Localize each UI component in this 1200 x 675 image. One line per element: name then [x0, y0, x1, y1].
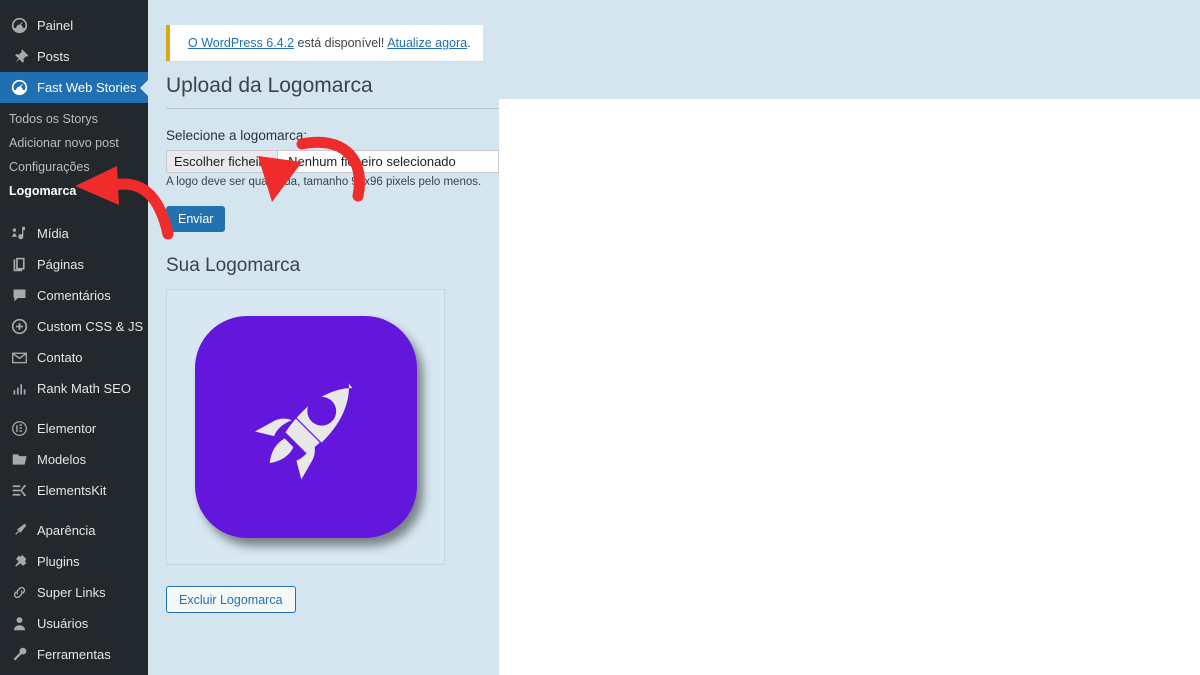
tools-icon: [9, 645, 29, 665]
file-field-label: Selecione a logomarca:: [166, 128, 308, 144]
sidebar-separator: [0, 506, 148, 515]
rocket-logo: [194, 316, 417, 539]
submit-button[interactable]: Enviar: [166, 206, 226, 233]
sidebar-label: Ferramentas: [37, 647, 111, 662]
sidebar-item-ferramentas[interactable]: Ferramentas: [0, 639, 148, 670]
sidebar-item-elementskit[interactable]: ElementsKit: [0, 475, 148, 506]
media-icon: [9, 224, 29, 244]
elementskit-icon: [9, 481, 29, 501]
chart-icon: [9, 379, 29, 399]
section-title-your-logo: Sua Logomarca: [166, 255, 301, 277]
sidebar-submenu: Todos os Storys Adicionar novo post Conf…: [0, 103, 148, 209]
dashboard-icon: [9, 78, 29, 98]
update-now-link[interactable]: Atualize agora: [387, 36, 467, 50]
plus-circle-icon: [9, 317, 29, 337]
elementor-icon: [9, 419, 29, 439]
sidebar-label: Comentários: [37, 288, 111, 303]
sidebar-label: Fast Web Stories: [37, 80, 137, 95]
sidebar-item-plugins[interactable]: Plugins: [0, 546, 148, 577]
sidebar-separator: [0, 404, 148, 413]
sidebar-item-painel[interactable]: Painel: [0, 10, 148, 41]
submenu-item-todos-os-storys[interactable]: Todos os Storys: [0, 107, 148, 131]
sidebar-label: Super Links: [37, 585, 106, 600]
sidebar-label: Contato: [37, 350, 83, 365]
sidebar-label: Rank Math SEO: [37, 381, 131, 396]
sidebar-item-fast-web-stories[interactable]: Fast Web Stories: [0, 72, 148, 103]
sidebar-label: Aparência: [37, 523, 96, 538]
dashboard-icon: [9, 16, 29, 36]
sidebar-label: Modelos: [37, 452, 87, 467]
notice-middle-text: está disponível!: [294, 36, 388, 50]
folder-icon: [9, 450, 29, 470]
notice-end-text: .: [467, 36, 471, 50]
submenu-item-logomarca[interactable]: Logomarca: [0, 179, 148, 203]
sidebar-label: Usuários: [37, 616, 89, 631]
choose-file-button[interactable]: Escolher ficheiro: [166, 150, 279, 174]
sidebar-label: Plugins: [37, 554, 80, 569]
page-title: Upload da Logomarca: [166, 74, 373, 97]
page-whitespace: [499, 99, 1200, 675]
link-icon: [9, 583, 29, 603]
sidebar-item-usuarios[interactable]: Usuários: [0, 608, 148, 639]
sidebar-separator: [0, 209, 148, 218]
active-menu-pointer-icon: [140, 79, 148, 96]
pages-icon: [9, 255, 29, 275]
sidebar-item-contato[interactable]: Contato: [0, 342, 148, 373]
sidebar-label: Páginas: [37, 257, 84, 272]
sidebar-label: Posts: [37, 49, 70, 64]
submenu-item-adicionar-novo-post[interactable]: Adicionar novo post: [0, 131, 148, 155]
sidebar-label: Painel: [37, 18, 74, 33]
sidebar-item-posts[interactable]: Posts: [0, 41, 148, 72]
delete-logo-button[interactable]: Excluir Logomarca: [166, 586, 296, 614]
file-input[interactable]: Escolher ficheiro Nenhum ficheiro seleci…: [166, 150, 499, 174]
comment-icon: [9, 286, 29, 306]
title-divider: [166, 108, 499, 110]
sidebar-item-modelos[interactable]: Modelos: [0, 444, 148, 475]
brush-icon: [9, 521, 29, 541]
rocket-icon: [254, 383, 352, 480]
file-help-text: A logo deve ser quadrada, tamanho 96x96 …: [166, 176, 482, 189]
sidebar-label: Mídia: [37, 226, 69, 241]
sidebar-item-aparencia[interactable]: Aparência: [0, 515, 148, 546]
sidebar-item-rank-math-seo[interactable]: Rank Math SEO: [0, 373, 148, 404]
submenu-item-configuracoes[interactable]: Configurações: [0, 155, 148, 179]
sidebar-item-custom-css-js[interactable]: Custom CSS & JS: [0, 311, 148, 342]
pin-icon: [9, 47, 29, 67]
sidebar-item-super-links[interactable]: Super Links: [0, 577, 148, 608]
notice-text: O WordPress 6.4.2 está disponível! Atual…: [188, 36, 471, 50]
sidebar-top-spacer: [0, 0, 148, 10]
sidebar-item-paginas[interactable]: Páginas: [0, 249, 148, 280]
update-notice: O WordPress 6.4.2 está disponível! Atual…: [166, 25, 483, 61]
logo-preview-container: [166, 289, 445, 566]
sidebar-item-elementor[interactable]: Elementor: [0, 413, 148, 444]
admin-sidebar: Painel Posts Fast Web Stories Todos os S…: [0, 0, 148, 675]
wordpress-version-link[interactable]: O WordPress 6.4.2: [188, 36, 294, 50]
selected-file-status: Nenhum ficheiro selecionado: [278, 150, 499, 174]
envelope-icon: [9, 348, 29, 368]
admin-screen: Painel Posts Fast Web Stories Todos os S…: [0, 0, 1200, 675]
sidebar-label: Custom CSS & JS: [37, 319, 144, 334]
plug-icon: [9, 552, 29, 572]
main-content: Upload da Logomarca Selecione a logomarc…: [166, 72, 499, 614]
sidebar-item-comentarios[interactable]: Comentários: [0, 280, 148, 311]
user-icon: [9, 614, 29, 634]
sidebar-label: ElementsKit: [37, 483, 107, 498]
sidebar-item-midia[interactable]: Mídia: [0, 218, 148, 249]
sidebar-label: Elementor: [37, 421, 97, 436]
